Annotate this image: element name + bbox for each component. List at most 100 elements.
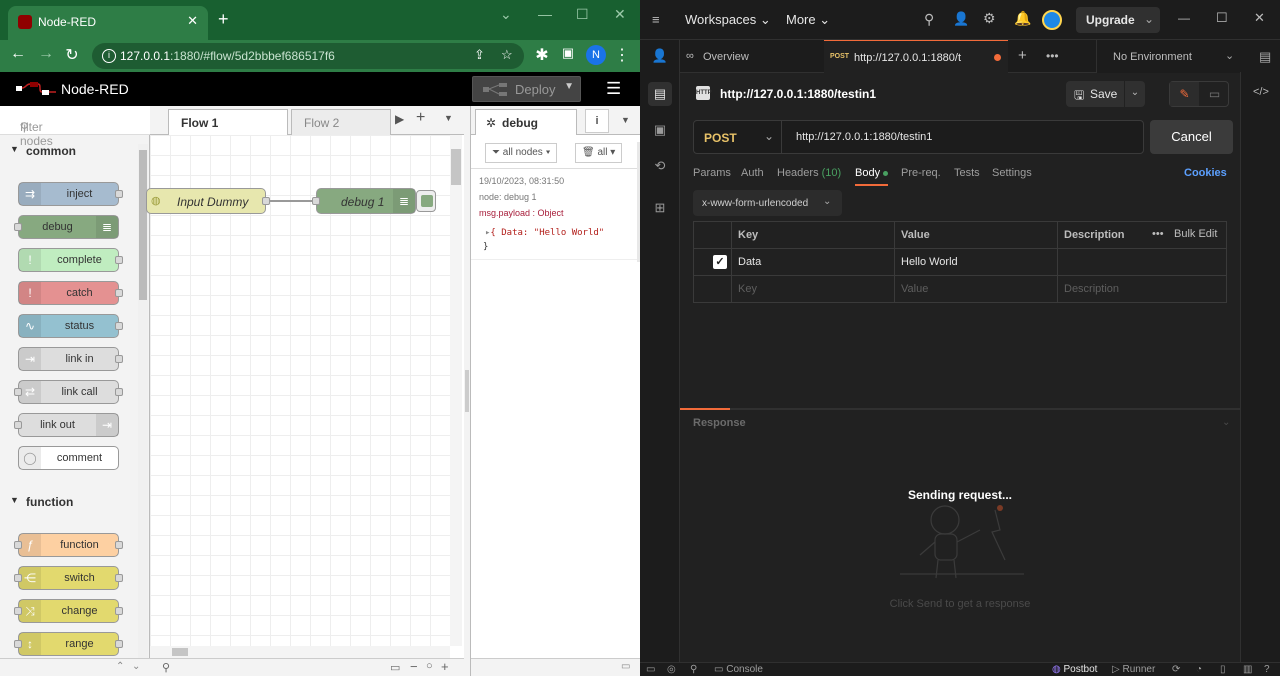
unsaved-dot-icon[interactable] — [994, 54, 1001, 61]
main-menu-icon[interactable]: ☰ — [606, 79, 621, 99]
two-pane-icon[interactable]: ▥ — [1243, 664, 1252, 675]
output-port[interactable] — [262, 197, 270, 205]
tab-tests[interactable]: Tests — [954, 167, 980, 179]
row-key[interactable]: Data — [738, 256, 761, 268]
palette-node-catch[interactable]: ! catch — [18, 281, 123, 305]
sidebar-menu-caret-icon[interactable]: ▼ — [621, 115, 630, 125]
search-icon[interactable]: ⚲ — [924, 11, 934, 28]
apps-icon[interactable]: ⊞ — [648, 196, 672, 220]
info-icon[interactable]: i — [585, 109, 609, 133]
hamburger-icon[interactable]: ≡ — [652, 12, 660, 27]
canvas-vertical-scrollbar[interactable] — [450, 135, 462, 646]
row-value[interactable]: Hello World — [901, 256, 958, 268]
scrollbar-thumb[interactable] — [172, 648, 188, 656]
palette-category-function[interactable]: ▼ function — [0, 487, 137, 517]
debug-clear-button[interactable]: 🗑 all ▾ — [575, 143, 623, 163]
debug-message[interactable]: 19/10/2023, 08:31:50 node: debug 1 msg.p… — [471, 170, 637, 260]
tab-debug[interactable]: ✲ debug — [475, 109, 577, 135]
trash-icon[interactable]: ▯ — [1220, 664, 1226, 675]
palette-category-common[interactable]: ▼ common — [0, 136, 137, 166]
expand-all-icon[interactable]: ⌄ — [132, 661, 140, 672]
canvas-node-debug-1[interactable]: debug 1 ≣ — [312, 188, 416, 214]
palette-node-function[interactable]: ƒ function — [14, 533, 123, 557]
workspaces-menu[interactable]: Workspaces ⌄ — [685, 12, 771, 28]
debug-filter-button[interactable]: ⏷ all nodes ▾ — [485, 143, 558, 163]
comment-icon[interactable]: ▭ — [1200, 82, 1229, 106]
palette-node-change[interactable]: ⤨ change — [14, 599, 123, 623]
tab-body[interactable]: Body — [855, 167, 889, 179]
zoom-out-icon[interactable]: − — [410, 659, 418, 674]
online-status-icon[interactable]: ◎ — [667, 664, 676, 675]
bulk-edit-link[interactable]: Bulk Edit — [1174, 228, 1217, 240]
search-icon[interactable]: ⚲ — [162, 661, 170, 674]
deploy-menu-caret-icon[interactable]: ▼ — [564, 81, 574, 92]
bookmark-star-icon[interactable]: ☆ — [501, 47, 513, 63]
save-options-caret[interactable]: ⌄ — [1125, 81, 1145, 107]
user-icon[interactable]: 👤 — [648, 44, 672, 68]
minimize-icon[interactable]: — — [538, 6, 552, 22]
debug-payload[interactable]: ▸{ Data: "Hello World" — [485, 228, 604, 238]
palette-node-link-out[interactable]: link out ⇥ — [14, 413, 119, 437]
close-window-icon[interactable]: ✕ — [614, 6, 626, 23]
tab-settings[interactable]: Settings — [992, 167, 1032, 179]
edit-docs-toggle[interactable]: ✎ ▭ — [1169, 81, 1229, 107]
close-tab-icon[interactable]: ✕ — [187, 13, 198, 29]
tab-auth[interactable]: Auth — [741, 167, 764, 179]
tab-overview[interactable]: ∞ Overview — [686, 40, 820, 73]
flow-wire[interactable] — [270, 195, 316, 205]
palette-node-inject[interactable]: ⇉ inject — [18, 182, 123, 206]
collapse-all-icon[interactable]: ⌃ — [116, 661, 124, 672]
table-options-icon[interactable]: ••• — [1152, 228, 1164, 240]
pane-divider[interactable] — [680, 408, 1240, 410]
notifications-bell-icon[interactable]: 🔔 — [1014, 10, 1031, 27]
forward-icon[interactable]: → — [36, 45, 56, 63]
new-description-input[interactable]: Description — [1064, 283, 1119, 295]
zoom-in-icon[interactable]: + — [441, 659, 449, 674]
tab-search-icon[interactable]: ⌄ — [500, 6, 512, 23]
more-menu[interactable]: More ⌄ — [786, 12, 830, 28]
debug-node-name[interactable]: node: debug 1 — [479, 192, 537, 202]
user-avatar[interactable] — [1042, 10, 1062, 30]
palette-node-complete[interactable]: ! complete — [18, 248, 123, 272]
palette-node-switch[interactable]: ⋲ switch — [14, 566, 123, 590]
new-tab-button[interactable]: + — [1018, 47, 1027, 64]
tab-options-icon[interactable]: ••• — [1046, 49, 1059, 63]
minimize-icon[interactable]: — — [1178, 11, 1190, 25]
new-value-input[interactable]: Value — [901, 283, 928, 295]
postbot-button[interactable]: ◍ Postbot — [1052, 664, 1097, 675]
cancel-button[interactable]: Cancel — [1150, 120, 1233, 154]
chevron-down-icon[interactable]: ⌄ — [1144, 12, 1154, 26]
collections-icon[interactable]: ▤ — [648, 82, 672, 106]
browser-tab[interactable]: Node-RED ✕ — [8, 6, 208, 40]
tab-flow-1[interactable]: Flow 1 — [168, 109, 288, 135]
tab-prerequest[interactable]: Pre-req. — [901, 167, 941, 179]
canvas-node-input-dummy[interactable]: ◍ Input Dummy — [146, 188, 270, 214]
palette-node-status[interactable]: ∿ status — [18, 314, 123, 338]
maximize-icon[interactable]: ☐ — [576, 6, 589, 23]
maximize-icon[interactable]: ☐ — [1216, 10, 1228, 26]
filter-nodes-input[interactable]: ⚲ filter nodes — [0, 106, 150, 148]
deploy-button[interactable]: Deploy ▼ — [472, 76, 581, 102]
palette-node-link-call[interactable]: ⇄ link call — [14, 380, 123, 404]
capture-icon[interactable]: ⟳ — [1172, 664, 1180, 675]
input-port[interactable] — [312, 197, 320, 205]
palette-node-debug[interactable]: debug ≣ — [14, 215, 119, 239]
upgrade-button[interactable]: Upgrade ⌄ — [1076, 7, 1160, 33]
sidebar-toggle-icon[interactable]: ▭ — [646, 664, 655, 675]
environment-quick-look-icon[interactable]: ▤ — [1259, 49, 1271, 65]
settings-gear-icon[interactable]: ⚙ — [983, 10, 996, 27]
navigator-icon[interactable]: ▭ — [390, 661, 400, 674]
close-window-icon[interactable]: ✕ — [1254, 10, 1265, 26]
browser-menu-icon[interactable]: ⋮ — [612, 45, 632, 65]
scroll-tabs-right-icon[interactable]: ▶ — [395, 112, 404, 126]
pencil-icon[interactable]: ✎ — [1170, 82, 1199, 106]
palette-node-link-in[interactable]: ⇥ link in — [18, 347, 123, 371]
extensions-icon[interactable]: ✱ — [532, 45, 552, 65]
zoom-reset-icon[interactable]: ○ — [426, 660, 433, 672]
new-key-input[interactable]: Key — [738, 283, 757, 295]
canvas-horizontal-scrollbar[interactable] — [150, 646, 450, 658]
palette-scrollbar[interactable] — [138, 144, 148, 668]
tab-flow-2[interactable]: Flow 2 — [291, 109, 391, 135]
site-info-icon[interactable]: i — [102, 49, 116, 63]
find-icon[interactable]: ⚲ — [690, 664, 697, 675]
